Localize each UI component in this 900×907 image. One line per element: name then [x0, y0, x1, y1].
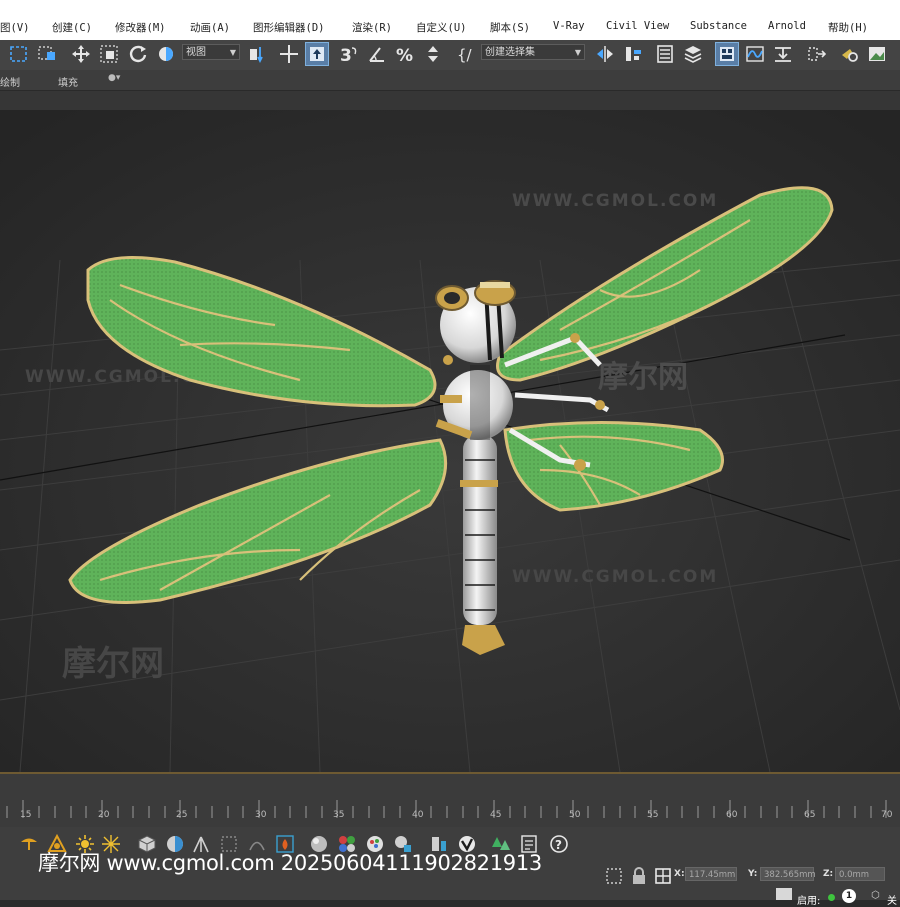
select-manipulate-icon[interactable] — [278, 43, 300, 65]
ribbon-draw-label[interactable]: 绘制 — [0, 74, 20, 89]
timeline-tick-label: 20 — [98, 810, 110, 820]
curve-editor-icon[interactable] — [744, 43, 766, 65]
timeline-tick-label: 70 — [881, 810, 893, 820]
menu-substance[interactable]: Substance — [690, 20, 747, 32]
timeline-tick-label: 55 — [647, 810, 659, 820]
layer-icon[interactable] — [654, 43, 676, 65]
timeline-tick-label: 25 — [176, 810, 188, 820]
timeline-slider[interactable]: 15 20 25 30 35 40 45 50 55 60 65 70 — [0, 772, 900, 829]
watermark-logo-right: 摩尔网 — [598, 360, 688, 395]
y-coordinate-label: Y: — [748, 869, 758, 879]
menu-animation[interactable]: 动画(A) — [190, 20, 230, 35]
viewport-header — [0, 91, 900, 110]
menu-view[interactable]: 图(V) — [0, 20, 29, 35]
svg-text:%: % — [396, 46, 413, 65]
x-coordinate-label: X: — [674, 869, 685, 879]
timeline-tick-label: 15 — [20, 810, 32, 820]
x-coordinate-field[interactable]: 117.45mm — [685, 867, 737, 881]
selection-set-dropdown[interactable]: 创建选择集 ▼ — [481, 44, 585, 60]
scale-icon[interactable] — [98, 43, 120, 65]
view-dropdown-label: 视图 — [186, 47, 206, 58]
y-coordinate-field[interactable]: 382.565mm — [760, 867, 816, 881]
move-icon[interactable] — [70, 43, 92, 65]
menu-rendering[interactable]: 渲染(R) — [352, 20, 392, 35]
z-coordinate-label: Z: — [823, 869, 834, 879]
timeline-tick-label: 60 — [726, 810, 738, 820]
timeline-tick-label: 40 — [412, 810, 424, 820]
window-crossing-icon[interactable] — [36, 43, 58, 65]
timeline-ticks — [6, 800, 887, 818]
menu-customize[interactable]: 自定义(U) — [416, 20, 466, 35]
svg-text:3: 3 — [340, 46, 352, 65]
svg-text:{/: {/ — [457, 46, 473, 64]
menu-create[interactable]: 创建(C) — [52, 20, 92, 35]
overlay-watermark: 摩尔网 www.cgmol.com 20250604111902821913 — [38, 851, 542, 875]
keyboard-shortcut-override-icon[interactable] — [305, 42, 329, 66]
mirror-icon[interactable] — [594, 43, 616, 65]
render-frame-icon[interactable] — [866, 43, 888, 65]
z-coordinate-field[interactable]: 0.0mm — [835, 867, 885, 881]
snap-icon[interactable]: 3 — [338, 43, 360, 65]
timeline-tick-label: 35 — [333, 810, 345, 820]
material-editor-icon[interactable] — [806, 43, 828, 65]
view-dropdown[interactable]: 视图 ▼ — [182, 44, 240, 60]
selection-set-label: 创建选择集 — [485, 47, 535, 58]
absolute-mode-icon[interactable] — [652, 865, 671, 884]
scene-explorer-icon[interactable] — [682, 43, 704, 65]
named-selection-icon[interactable]: {/ — [455, 43, 477, 65]
watermark-logo-left: 摩尔网 — [62, 644, 164, 684]
menu-civil-view[interactable]: Civil View — [606, 20, 669, 32]
adaptive-degradation-icon[interactable] — [776, 888, 792, 900]
timeline-tick-label: 45 — [490, 810, 502, 820]
lock-icon[interactable] — [628, 865, 645, 884]
viewport-canvas: WWW.CGMOL.COM WWW.CGMOL.COM WWW.CGMOL.CO… — [0, 110, 900, 772]
lamp-icon[interactable] — [18, 833, 40, 855]
schematic-view-icon[interactable] — [772, 43, 794, 65]
select-region-icon[interactable] — [8, 43, 30, 65]
pivot-icon[interactable] — [155, 43, 177, 65]
cube-icon[interactable]: ⬡ — [871, 890, 880, 901]
chevron-down-icon: ▼ — [229, 48, 236, 57]
abdomen — [463, 435, 497, 625]
selection-filter-icon[interactable] — [603, 865, 622, 884]
spinner-snap-icon[interactable] — [422, 43, 444, 65]
menu-vray[interactable]: V-Ray — [553, 20, 585, 32]
align-icon[interactable] — [622, 43, 644, 65]
watermark-url-top: WWW.CGMOL.COM — [512, 191, 718, 211]
menu-bar: 图(V) 创建(C) 修改器(M) 动画(A) 图形编辑器(D) 渲染(R) 自… — [0, 0, 900, 41]
use-pivot-center-icon[interactable] — [246, 43, 268, 65]
timeline-tick-label: 30 — [255, 810, 267, 820]
rotate-icon[interactable] — [127, 43, 149, 65]
menu-help[interactable]: 帮助(H) — [828, 20, 868, 35]
menu-graph-editors[interactable]: 图形编辑器(D) — [253, 20, 324, 35]
menu-modifiers[interactable]: 修改器(M) — [115, 20, 165, 35]
ribbon-fill-label[interactable]: 填充 — [58, 74, 78, 89]
frame-badge[interactable]: 1 — [842, 889, 856, 903]
ribbon-options-icon[interactable]: ●▾ — [108, 73, 120, 83]
render-setup-icon[interactable] — [838, 43, 860, 65]
timeline-tick-label: 50 — [569, 810, 581, 820]
chevron-down-icon: ▼ — [574, 48, 581, 57]
ribbon-bar: 绘制 填充 ●▾ — [0, 70, 900, 91]
angle-snap-icon[interactable] — [366, 43, 388, 65]
main-toolbar: 视图 ▼ 3 % {/ 创建选择集 ▼ — [0, 40, 900, 70]
menu-scripting[interactable]: 脚本(S) — [490, 20, 530, 35]
menu-arnold[interactable]: Arnold — [768, 20, 806, 32]
ribbon-toggle-icon[interactable] — [715, 42, 739, 66]
perspective-viewport[interactable]: WWW.CGMOL.COM WWW.CGMOL.COM WWW.CGMOL.CO… — [0, 110, 900, 772]
svg-text:?: ? — [555, 838, 562, 852]
help-icon[interactable]: ? — [548, 833, 570, 855]
percent-snap-icon[interactable]: % — [394, 43, 416, 65]
watermark-url-bottom: WWW.CGMOL.COM — [512, 567, 718, 587]
timeline-tick-label: 65 — [804, 810, 816, 820]
